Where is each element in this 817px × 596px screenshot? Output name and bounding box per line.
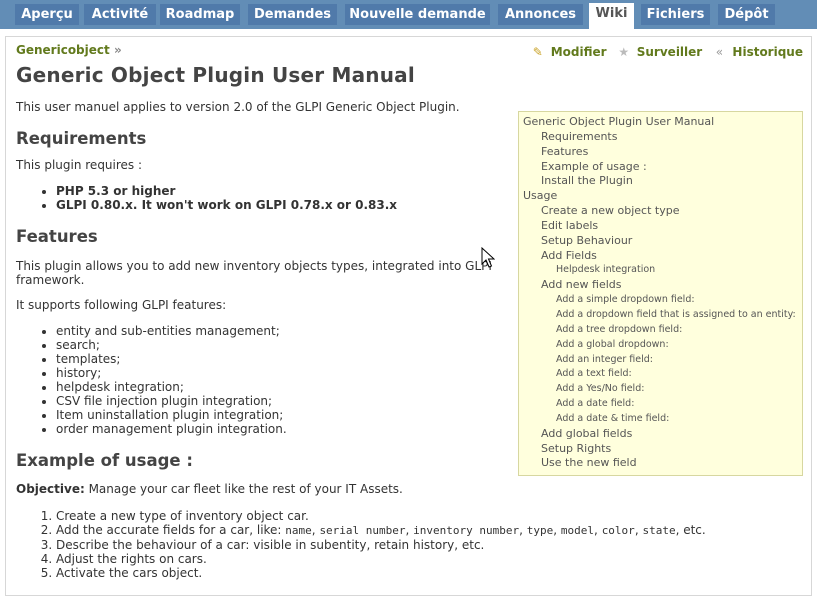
list-item: helpdesk integration;	[56, 380, 287, 394]
heading-example-of-usage: Example of usage :	[16, 451, 193, 470]
code-state: state	[642, 524, 676, 537]
objective-label: Objective:	[16, 482, 85, 496]
example-steps: Create a new type of inventory object ca…	[16, 509, 796, 580]
breadcrumb: Genericobject »	[16, 43, 122, 57]
objective-text: Objective: Manage your car fleet like th…	[16, 482, 616, 496]
toc-item[interactable]: Add a tree dropdown field:	[523, 323, 798, 338]
table-of-contents: Generic Object Plugin User Manual Requir…	[518, 111, 803, 476]
toc-item[interactable]: Add a date & time field:	[523, 412, 798, 427]
wiki-actions: ✎ Modifier ★ Surveiller « Historique	[531, 45, 803, 59]
project-menu-tabs: Aperçu Activité Roadmap Demandes Nouvell…	[0, 0, 817, 29]
requirements-list: PHP 5.3 or higher GLPI 0.80.x. It won't …	[16, 184, 397, 212]
list-item: search;	[56, 338, 287, 352]
toc-item[interactable]: Features	[523, 145, 798, 160]
tab-fichiers[interactable]: Fichiers	[641, 4, 710, 25]
tab-activite[interactable]: Activité	[84, 4, 156, 25]
list-item: templates;	[56, 352, 287, 366]
code-type: type	[526, 524, 554, 537]
list-item: Create a new type of inventory object ca…	[56, 509, 796, 523]
pencil-icon: ✎	[532, 45, 543, 59]
breadcrumb-separator: »	[113, 43, 122, 57]
toc-item[interactable]: Add a simple dropdown field:	[523, 293, 798, 308]
list-item: CSV file injection plugin integration;	[56, 394, 287, 408]
list-item: history;	[56, 366, 287, 380]
toc-item[interactable]: Add a dropdown field that is assigned to…	[523, 308, 798, 323]
breadcrumb-link-genericobject[interactable]: Genericobject	[16, 43, 110, 57]
toc-item[interactable]: Add new fields	[523, 278, 798, 293]
requirements-text: This plugin requires :	[16, 158, 143, 172]
code-color: color	[601, 524, 635, 537]
watch-link[interactable]: Surveiller	[637, 45, 702, 59]
toc-item[interactable]: Setup Rights	[523, 442, 798, 457]
toc-item[interactable]: Add a text field:	[523, 367, 798, 382]
tab-apercu[interactable]: Aperçu	[15, 4, 79, 25]
tab-demandes[interactable]: Demandes	[248, 4, 337, 25]
objective-body: Manage your car fleet like the rest of y…	[84, 482, 403, 496]
toc-item[interactable]: Requirements	[523, 130, 798, 145]
code-inventory-number: inventory number	[413, 524, 520, 537]
features-list: entity and sub-entities management; sear…	[16, 324, 287, 436]
list-item: Item uninstallation plugin integration;	[56, 408, 287, 422]
toc-item[interactable]: Add a Yes/No field:	[523, 382, 798, 397]
tab-roadmap[interactable]: Roadmap	[160, 4, 240, 25]
toc-item[interactable]: Add an integer field:	[523, 353, 798, 368]
heading-features: Features	[16, 227, 98, 246]
list-item: Adjust the rights on cars.	[56, 552, 796, 566]
list-item: Add the accurate fields for a car, like:…	[56, 523, 796, 538]
toc-item[interactable]: Add a global dropdown:	[523, 338, 798, 353]
mouse-cursor-icon	[481, 247, 495, 268]
history-link[interactable]: Historique	[732, 45, 803, 59]
list-item: entity and sub-entities management;	[56, 324, 287, 338]
list-item: PHP 5.3 or higher	[56, 184, 397, 198]
toc-item[interactable]: Helpdesk integration	[523, 263, 798, 278]
toc-item[interactable]: Setup Behaviour	[523, 234, 798, 249]
toc-item[interactable]: Generic Object Plugin User Manual	[523, 115, 798, 130]
list-item: GLPI 0.80.x. It won't work on GLPI 0.78.…	[56, 198, 397, 212]
list-item: Activate the cars object.	[56, 566, 796, 580]
features-text-2: It supports following GLPI features:	[16, 298, 227, 312]
code-serial-number: serial number	[319, 524, 406, 537]
code-model: model	[560, 524, 595, 537]
code-name: name	[285, 524, 312, 537]
intro-text: This user manuel applies to version 2.0 …	[16, 100, 460, 114]
star-icon: ★	[618, 45, 630, 59]
step2-suffix: , etc.	[675, 523, 706, 537]
toc-item[interactable]: Install the Plugin	[523, 174, 798, 189]
toc-item[interactable]: Example of usage :	[523, 160, 798, 175]
toc-item[interactable]: Edit labels	[523, 219, 798, 234]
toc-item[interactable]: Add global fields	[523, 427, 798, 442]
toc-item[interactable]: Add Fields	[523, 249, 798, 264]
step2-prefix: Add the accurate fields for a car, like:	[56, 523, 286, 537]
toc-item[interactable]: Usage	[523, 189, 798, 204]
tab-depot[interactable]: Dépôt	[718, 4, 775, 25]
toc-item[interactable]: Add a date field:	[523, 397, 798, 412]
page-title: Generic Object Plugin User Manual	[16, 63, 415, 87]
history-icon: «	[715, 45, 724, 59]
list-item: Describe the behaviour of a car: visible…	[56, 538, 796, 552]
heading-requirements: Requirements	[16, 129, 147, 148]
tab-nouvelle-demande[interactable]: Nouvelle demande	[345, 4, 490, 25]
features-text: This plugin allows you to add new invent…	[16, 259, 492, 287]
edit-link[interactable]: Modifier	[551, 45, 607, 59]
toc-item[interactable]: Create a new object type	[523, 204, 798, 219]
toc-item[interactable]: Use the new field	[523, 456, 798, 471]
tab-annonces[interactable]: Annonces	[498, 4, 583, 25]
list-item: order management plugin integration.	[56, 422, 287, 436]
tab-wiki[interactable]: Wiki	[589, 3, 634, 29]
